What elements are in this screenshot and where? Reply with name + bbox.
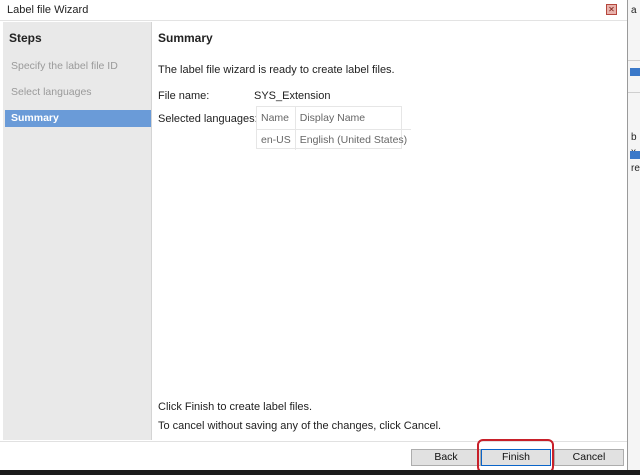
summary-content: Summary The label file wizard is ready t… <box>152 22 626 440</box>
step-specify-label-file-id[interactable]: Specify the label file ID <box>5 58 151 75</box>
column-header-display-name[interactable]: Display Name <box>295 107 412 130</box>
label-file-wizard-dialog: Label file Wizard ✕ Steps Specify the la… <box>0 0 628 471</box>
finish-highlight-annotation <box>477 439 554 473</box>
title-bar: Label file Wizard ✕ <box>0 0 627 21</box>
window-title: Label file Wizard <box>7 4 89 16</box>
background-bar <box>630 151 640 159</box>
steps-panel: Steps Specify the label file ID Select l… <box>3 22 152 440</box>
background-bar <box>630 68 640 76</box>
close-icon: ✕ <box>608 5 615 14</box>
column-header-name[interactable]: Name <box>257 107 296 130</box>
background-text: re <box>631 163 640 174</box>
language-display-name-cell: English (United States) <box>299 134 408 146</box>
background-divider <box>628 60 640 61</box>
steps-heading: Steps <box>9 31 42 45</box>
cancel-button[interactable]: Cancel <box>554 449 624 466</box>
file-name-label: File name: <box>158 90 210 102</box>
background-divider <box>628 92 640 93</box>
languages-table: Name Display Name en-US English (United … <box>256 106 412 150</box>
table-header-row: Name Display Name <box>257 107 412 130</box>
background-window: a b x re <box>628 0 640 475</box>
background-text: b <box>631 132 637 143</box>
cancel-instruction: To cancel without saving any of the chan… <box>158 420 442 432</box>
file-name-value: SYS_Extension <box>254 90 331 102</box>
back-button[interactable]: Back <box>411 449 481 466</box>
close-button[interactable]: ✕ <box>606 4 617 15</box>
table-row[interactable]: en-US English (United States) <box>257 129 411 150</box>
step-select-languages[interactable]: Select languages <box>5 84 151 101</box>
page-title: Summary <box>158 31 213 45</box>
languages-grid: Name Display Name en-US English (United … <box>257 107 412 150</box>
ready-message: The label file wizard is ready to create… <box>158 64 395 76</box>
finish-instruction: Click Finish to create label files. <box>158 401 313 413</box>
language-code-cell: en-US <box>257 129 296 150</box>
selected-languages-label: Selected languages: <box>158 113 258 125</box>
taskbar-edge <box>0 470 640 475</box>
background-text: a <box>631 5 637 16</box>
step-summary[interactable]: Summary <box>5 110 151 127</box>
